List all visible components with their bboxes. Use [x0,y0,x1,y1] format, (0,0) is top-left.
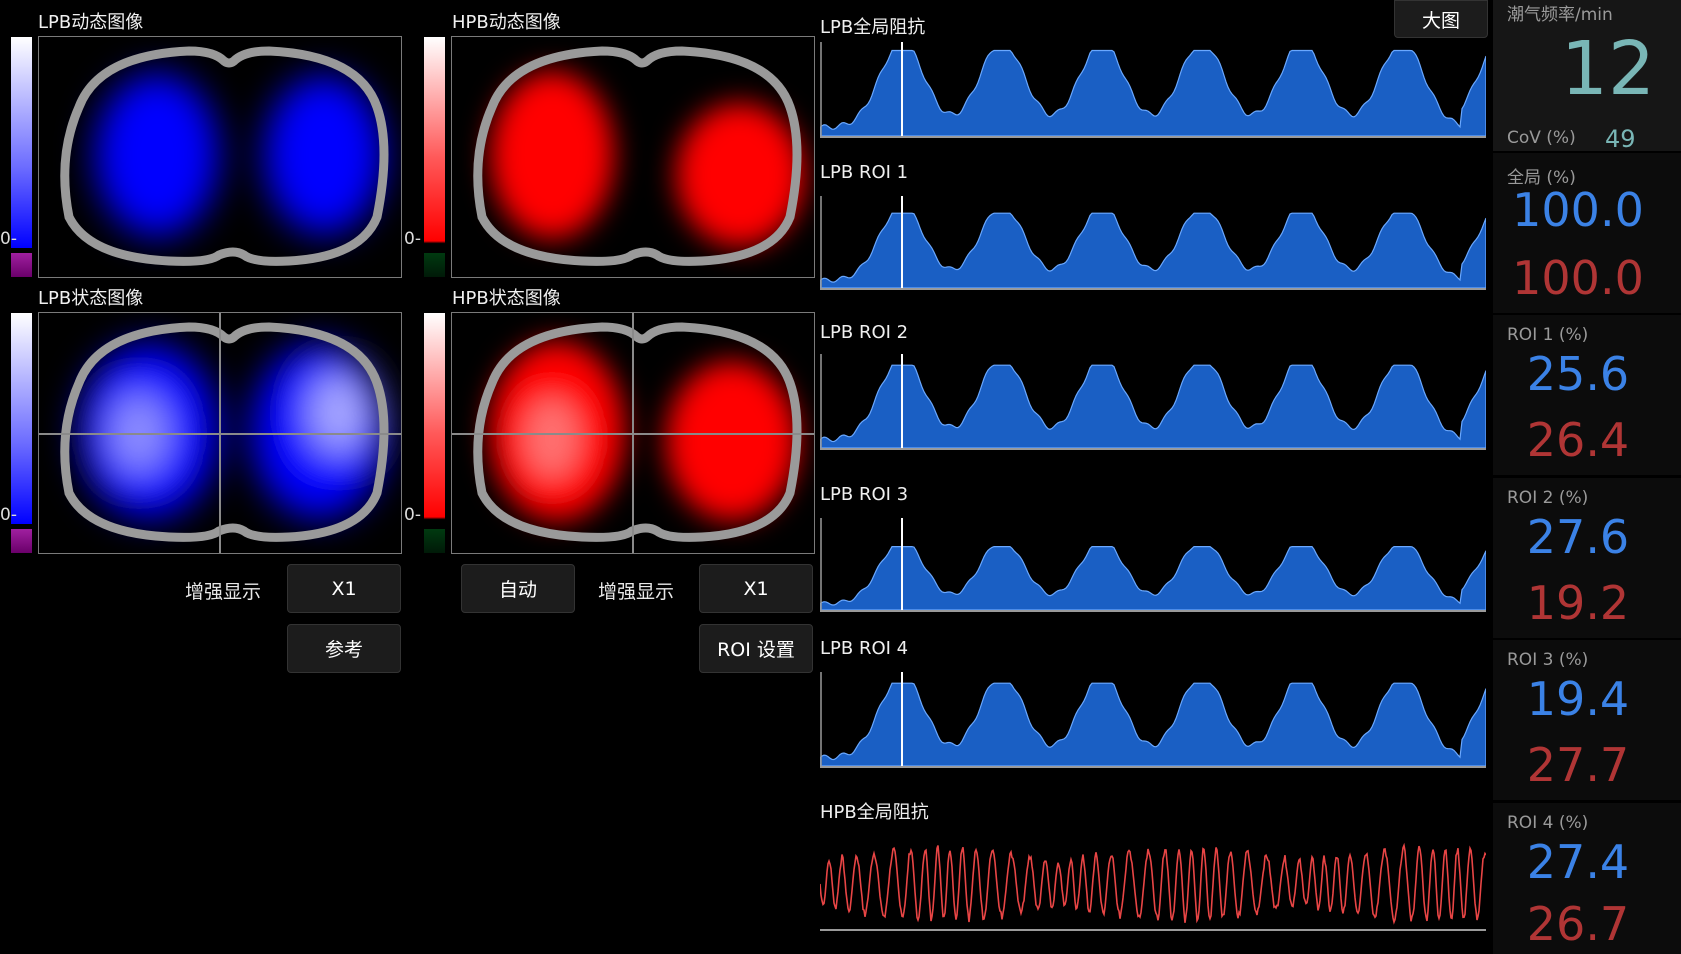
lpb-dynamic-zero-label: 0- [0,229,17,249]
zoom-x1-button-right[interactable]: X1 [699,564,813,613]
lpb-roi4-wave-title: LPB ROI 4 [820,638,909,659]
lpb-state-title: LPB状态图像 [38,288,144,309]
lpb-global-waveform [820,42,1486,138]
hpb-state-title: HPB状态图像 [452,288,561,309]
cov-value: 49 [1605,125,1636,153]
roi2-panel: ROI 2 (%) 27.6 19.2 [1493,478,1681,638]
roi2-red-value: 19.2 [1526,576,1630,630]
roi4-red-value: 26.7 [1526,897,1630,951]
auto-button[interactable]: 自动 [461,564,575,613]
lpb-roi3-wave-title: LPB ROI 3 [820,484,909,505]
lpb-roi2-waveform [820,354,1486,450]
global-panel: 全局 (%) 100.0 100.0 [1493,153,1681,313]
hpb-dynamic-colorbar [424,37,445,277]
resp-rate-panel: 潮气频率/min 12 CoV (%) 49 [1493,0,1681,153]
roi-settings-button[interactable]: ROI 设置 [699,624,813,673]
hpb-state-image[interactable] [451,312,815,554]
hpb-global-wave-title: HPB全局阻抗 [820,802,929,823]
lpb-roi1-wave-title: LPB ROI 1 [820,162,909,183]
roi1-red-value: 26.4 [1526,413,1630,467]
cov-label: CoV (%) [1507,128,1576,148]
global-blue-value: 100.0 [1512,183,1644,237]
hpb-dynamic-zero-label: 0- [404,229,421,249]
hpb-dynamic-title: HPB动态图像 [452,12,561,33]
roi1-panel: ROI 1 (%) 25.6 26.4 [1493,315,1681,475]
resp-rate-value: 12 [1560,26,1656,112]
lpb-state-zero-label: 0- [0,505,17,525]
zoom-x1-button-left[interactable]: X1 [287,564,401,613]
enhance-label-right: 增强显示 [598,581,675,603]
lpb-dynamic-title: LPB动态图像 [38,12,144,33]
enhance-label-left: 增强显示 [185,581,262,603]
roi3-red-value: 27.7 [1526,738,1630,792]
roi3-panel: ROI 3 (%) 19.4 27.7 [1493,640,1681,800]
roi1-label: ROI 1 (%) [1507,325,1589,345]
lpb-state-image[interactable] [38,312,402,554]
lpb-roi2-wave-title: LPB ROI 2 [820,322,909,343]
roi4-panel: ROI 4 (%) 27.4 26.7 [1493,803,1681,954]
lpb-dynamic-image[interactable] [38,36,402,278]
roi4-label: ROI 4 (%) [1507,813,1589,833]
roi2-blue-value: 27.6 [1526,510,1630,564]
hpb-global-waveform [820,842,1486,931]
roi3-label: ROI 3 (%) [1507,650,1589,670]
resp-rate-label: 潮气频率/min [1507,5,1613,25]
lpb-roi3-waveform [820,518,1486,612]
reference-button[interactable]: 参考 [287,624,401,673]
hpb-state-zero-label: 0- [404,505,421,525]
roi2-label: ROI 2 (%) [1507,488,1589,508]
lpb-roi4-waveform [820,672,1486,768]
lpb-roi1-waveform [820,196,1486,290]
hpb-dynamic-image[interactable] [451,36,815,278]
roi4-blue-value: 27.4 [1526,835,1630,889]
roi3-blue-value: 19.4 [1526,672,1630,726]
global-red-value: 100.0 [1512,251,1644,305]
large-view-button[interactable]: 大图 [1394,0,1488,38]
hpb-state-colorbar [424,313,445,553]
roi1-blue-value: 25.6 [1526,347,1630,401]
